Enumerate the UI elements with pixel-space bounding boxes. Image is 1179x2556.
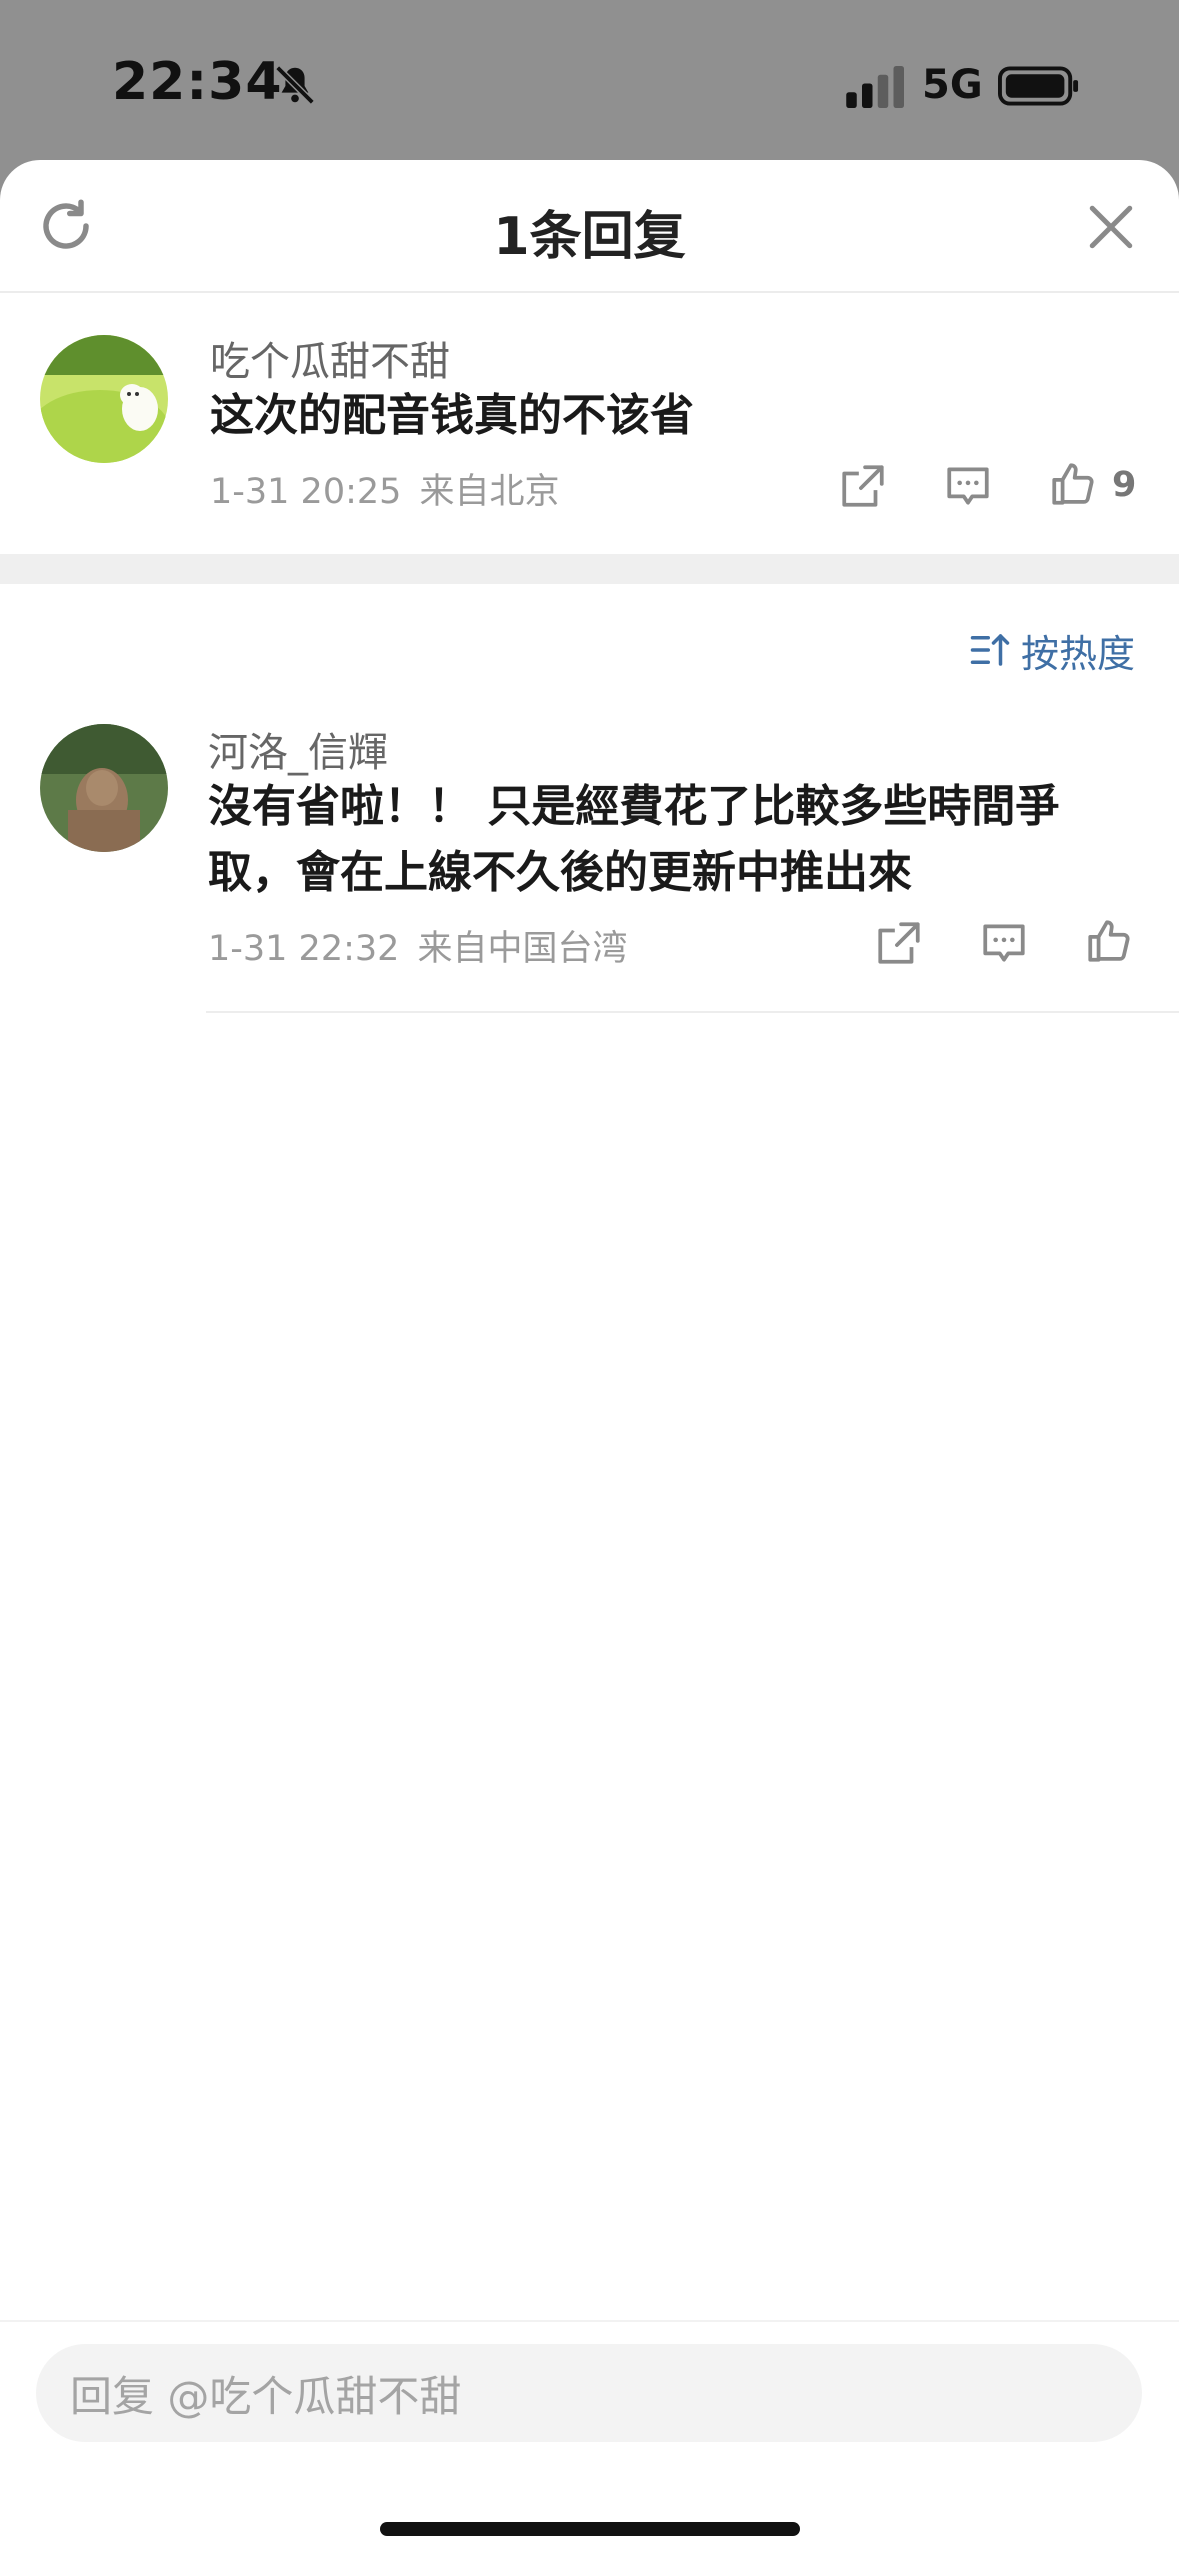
network-type: 5G	[922, 62, 983, 108]
sort-label: 按热度	[1020, 631, 1135, 676]
bell-slash-icon	[275, 65, 315, 105]
share-icon[interactable]	[874, 918, 924, 968]
close-icon[interactable]	[1086, 202, 1136, 252]
reply-username[interactable]: 河洛_信輝	[208, 720, 388, 778]
thumbs-up-icon[interactable]	[1084, 916, 1134, 966]
signal-icon	[846, 66, 904, 108]
comment-icon[interactable]	[979, 918, 1029, 968]
comment-username[interactable]: 吃个瓜甜不甜	[210, 329, 450, 387]
reply-item: 河洛_信輝 沒有省啦！！ 只是經費花了比較多些時間爭 取，會在上線不久後的更新中…	[0, 700, 1179, 1012]
reply-text-line2: 取，會在上線不久後的更新中推出來	[208, 847, 912, 898]
avatar[interactable]	[40, 335, 168, 463]
reply-bar: 回复 @吃个瓜甜不甜	[0, 2320, 1179, 2556]
reply-meta: 1-31 22:32 来自中国台湾	[208, 920, 627, 971]
battery-icon	[998, 66, 1079, 106]
reply-time: 1-31 22:32	[208, 929, 400, 969]
reply-input[interactable]: 回复 @吃个瓜甜不甜	[36, 2344, 1142, 2442]
reply-text-line1: 沒有省啦！！ 只是經費花了比較多些時間爭	[208, 781, 1060, 832]
avatar[interactable]	[40, 724, 168, 852]
comment-text: 这次的配音钱真的不该省	[210, 390, 694, 441]
sort-icon	[970, 634, 1010, 666]
sort-button[interactable]: 按热度	[969, 620, 1135, 680]
reply-sheet: 1条回复 吃个瓜甜不甜 这次的配音钱真的不该省 1-31 20:25 来自北京	[0, 160, 1179, 2556]
home-indicator	[380, 2522, 800, 2536]
section-divider	[0, 554, 1179, 584]
clock: 22:34	[112, 52, 283, 112]
reply-divider	[206, 1011, 1179, 1013]
thumbs-up-icon[interactable]	[1048, 459, 1098, 509]
sheet-header: 1条回复	[0, 160, 1179, 293]
share-icon[interactable]	[838, 461, 888, 511]
status-bar: 22:34 5G	[0, 0, 1179, 165]
like-count: 9	[1112, 465, 1137, 505]
reply-location: 来自中国台湾	[417, 929, 628, 969]
comment-location: 来自北京	[419, 472, 560, 512]
page-title: 1条回复	[493, 207, 686, 267]
comment-time: 1-31 20:25	[210, 472, 402, 512]
comment-meta: 1-31 20:25 来自北京	[210, 463, 559, 514]
comment-icon[interactable]	[943, 461, 993, 511]
root-comment: 吃个瓜甜不甜 这次的配音钱真的不该省 1-31 20:25 来自北京 9	[0, 293, 1179, 554]
